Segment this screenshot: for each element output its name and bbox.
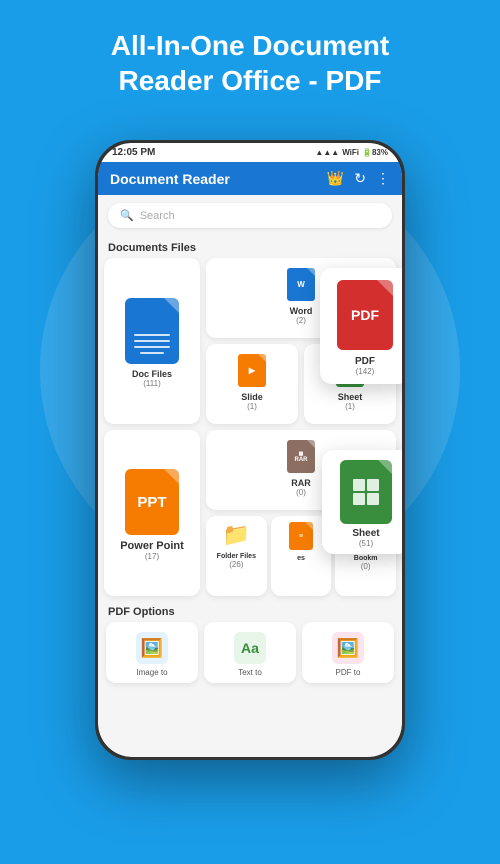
ppt-icon: PPT [125,469,179,535]
search-icon: 🔍 [120,209,134,222]
slide-card[interactable]: ▶ Slide (1) [206,344,298,424]
pdf-options-grid: 🖼️ Image to Aa Text to 🖼️ PDF to [104,622,396,683]
sheet-label: Sheet [352,528,379,539]
pdf-floating-card[interactable]: PDF PDF (142) [320,268,402,384]
doc-files-card[interactable]: Doc Files (111) [104,258,200,424]
documents-section-title: Documents Files [104,236,396,258]
rar-label: RAR [291,478,311,488]
image-to-card[interactable]: 🖼️ Image to [106,622,198,683]
pdf-to-icon: 🖼️ [332,632,364,664]
word-icon: W [287,268,315,301]
word-count: (2) [296,316,306,325]
doc-files-count: (111) [143,379,161,388]
status-icons: ▲▲▲ WiFi 🔋83% [315,148,388,157]
search-bar[interactable]: 🔍 Search [108,203,392,228]
folder-count: (26) [229,560,243,569]
status-bar: 12:05 PM ▲▲▲ WiFi 🔋83% [98,143,402,162]
doc-files-label: Doc Files [132,369,172,379]
bookmark-count: (0) [361,562,371,571]
sheet-floating-card[interactable]: Sheet (51) [322,450,402,554]
content-area: Documents Files Doc Files (111) [98,236,402,757]
signal-icon: ▲▲▲ [315,148,339,157]
crown-icon[interactable]: 👑 [327,170,344,187]
time-display: 12:05 PM [112,147,155,158]
folder-label: Folder Files [217,553,256,560]
text-to-icon: Aa [234,632,266,664]
image-to-label: Image to [136,668,167,677]
pdf-count: (142) [356,367,375,376]
text-to-label: Text to [238,668,262,677]
word-label: Word [290,306,313,316]
sheet-large-icon [340,460,392,524]
powerpoint-card[interactable]: PPT Power Point (17) [104,430,200,596]
rar-icon: ▦ RAR [287,440,315,473]
refresh-icon[interactable]: ↻ [354,170,366,187]
slide-label: Slide [241,392,263,402]
folder-icon: 📁 [223,522,250,548]
app-bar-actions: 👑 ↻ ⋮ [327,170,390,187]
app-bar: Document Reader 👑 ↻ ⋮ [98,162,402,195]
ppt-count: (17) [145,552,159,561]
sheet-sm-label: Sheet [338,392,363,402]
folder-card[interactable]: 📁 Folder Files (26) [206,516,267,596]
search-placeholder: Search [140,210,175,222]
page-title: All-In-One DocumentReader Office - PDF [30,28,470,98]
slide-icon: ▶ [238,354,266,387]
files-icon: ≡ [289,522,313,550]
pdf-to-card[interactable]: 🖼️ PDF to [302,622,394,683]
image-to-icon: 🖼️ [136,632,168,664]
text-to-card[interactable]: Aa Text to [204,622,296,683]
pdf-to-label: PDF to [336,668,361,677]
pdf-label: PDF [355,356,375,367]
app-bar-title: Document Reader [110,171,230,187]
doc-files-icon [125,298,179,364]
page-header: All-In-One DocumentReader Office - PDF [0,0,500,114]
wifi-icon: WiFi [342,148,359,157]
files-label: es [297,555,305,562]
bookmark-label: Bookm [354,555,378,562]
ppt-label: Power Point [120,540,184,552]
sheet-count: (51) [359,539,373,548]
phone-screen: 12:05 PM ▲▲▲ WiFi 🔋83% Document Reader 👑… [98,143,402,757]
pdf-options-title: PDF Options [104,602,396,622]
rar-count: (0) [296,488,306,497]
more-options-icon[interactable]: ⋮ [376,170,390,187]
sheet-sm-count: (1) [345,402,355,411]
slide-count: (1) [247,402,257,411]
battery-icon: 🔋83% [362,148,388,157]
phone-mockup: 12:05 PM ▲▲▲ WiFi 🔋83% Document Reader 👑… [95,140,405,760]
pdf-icon: PDF [337,280,393,350]
